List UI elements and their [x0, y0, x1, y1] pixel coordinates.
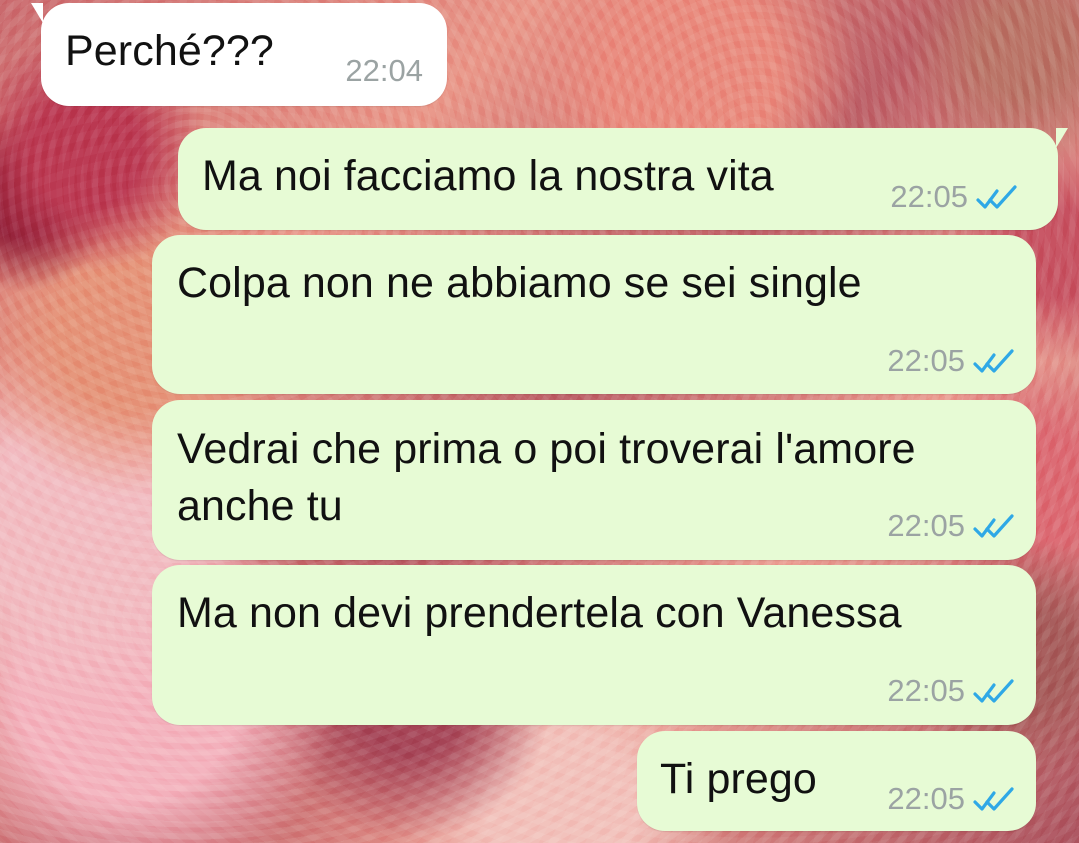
message-tail [31, 3, 43, 23]
message-time: 22:04 [345, 53, 423, 88]
message-text: Colpa non ne abbiamo se sei single [177, 259, 862, 307]
message-time: 22:05 [890, 179, 968, 214]
message-bubble-outgoing[interactable]: Ti prego 22:05 [637, 731, 1036, 831]
message-bubble-outgoing[interactable]: Colpa non ne abbiamo se sei single 22:05 [152, 235, 1036, 394]
message-meta: 22:05 [887, 510, 1015, 541]
double-check-icon [973, 513, 1014, 538]
message-meta: 22:05 [887, 345, 1015, 376]
double-check-icon [973, 678, 1014, 703]
message-tail [1056, 128, 1068, 148]
double-check-icon [976, 184, 1017, 209]
message-bubble-outgoing[interactable]: Ma non devi prendertela con Vanessa 22:0… [152, 565, 1036, 725]
message-meta: 22:05 [887, 675, 1015, 706]
message-meta: 22:05 [890, 181, 1018, 212]
message-text: Ti prego [660, 755, 817, 803]
message-time: 22:05 [887, 781, 965, 816]
message-meta: 22:04 [345, 55, 423, 86]
message-time: 22:05 [887, 508, 965, 543]
message-text: Ma non devi prendertela con Vanessa [177, 589, 902, 637]
double-check-icon [973, 786, 1014, 811]
message-meta: 22:05 [887, 783, 1015, 814]
message-text: Ma noi facciamo la nostra vita [202, 152, 774, 200]
double-check-icon [973, 348, 1014, 373]
message-text: Perché??? [65, 27, 274, 75]
message-bubble-outgoing[interactable]: Ma noi facciamo la nostra vita 22:05 [178, 128, 1068, 230]
message-time: 22:05 [887, 673, 965, 708]
message-time: 22:05 [887, 343, 965, 378]
message-bubble-incoming[interactable]: Perché??? 22:04 [31, 3, 447, 106]
message-bubble-outgoing[interactable]: Vedrai che prima o poi troverai l'amore … [152, 400, 1036, 560]
